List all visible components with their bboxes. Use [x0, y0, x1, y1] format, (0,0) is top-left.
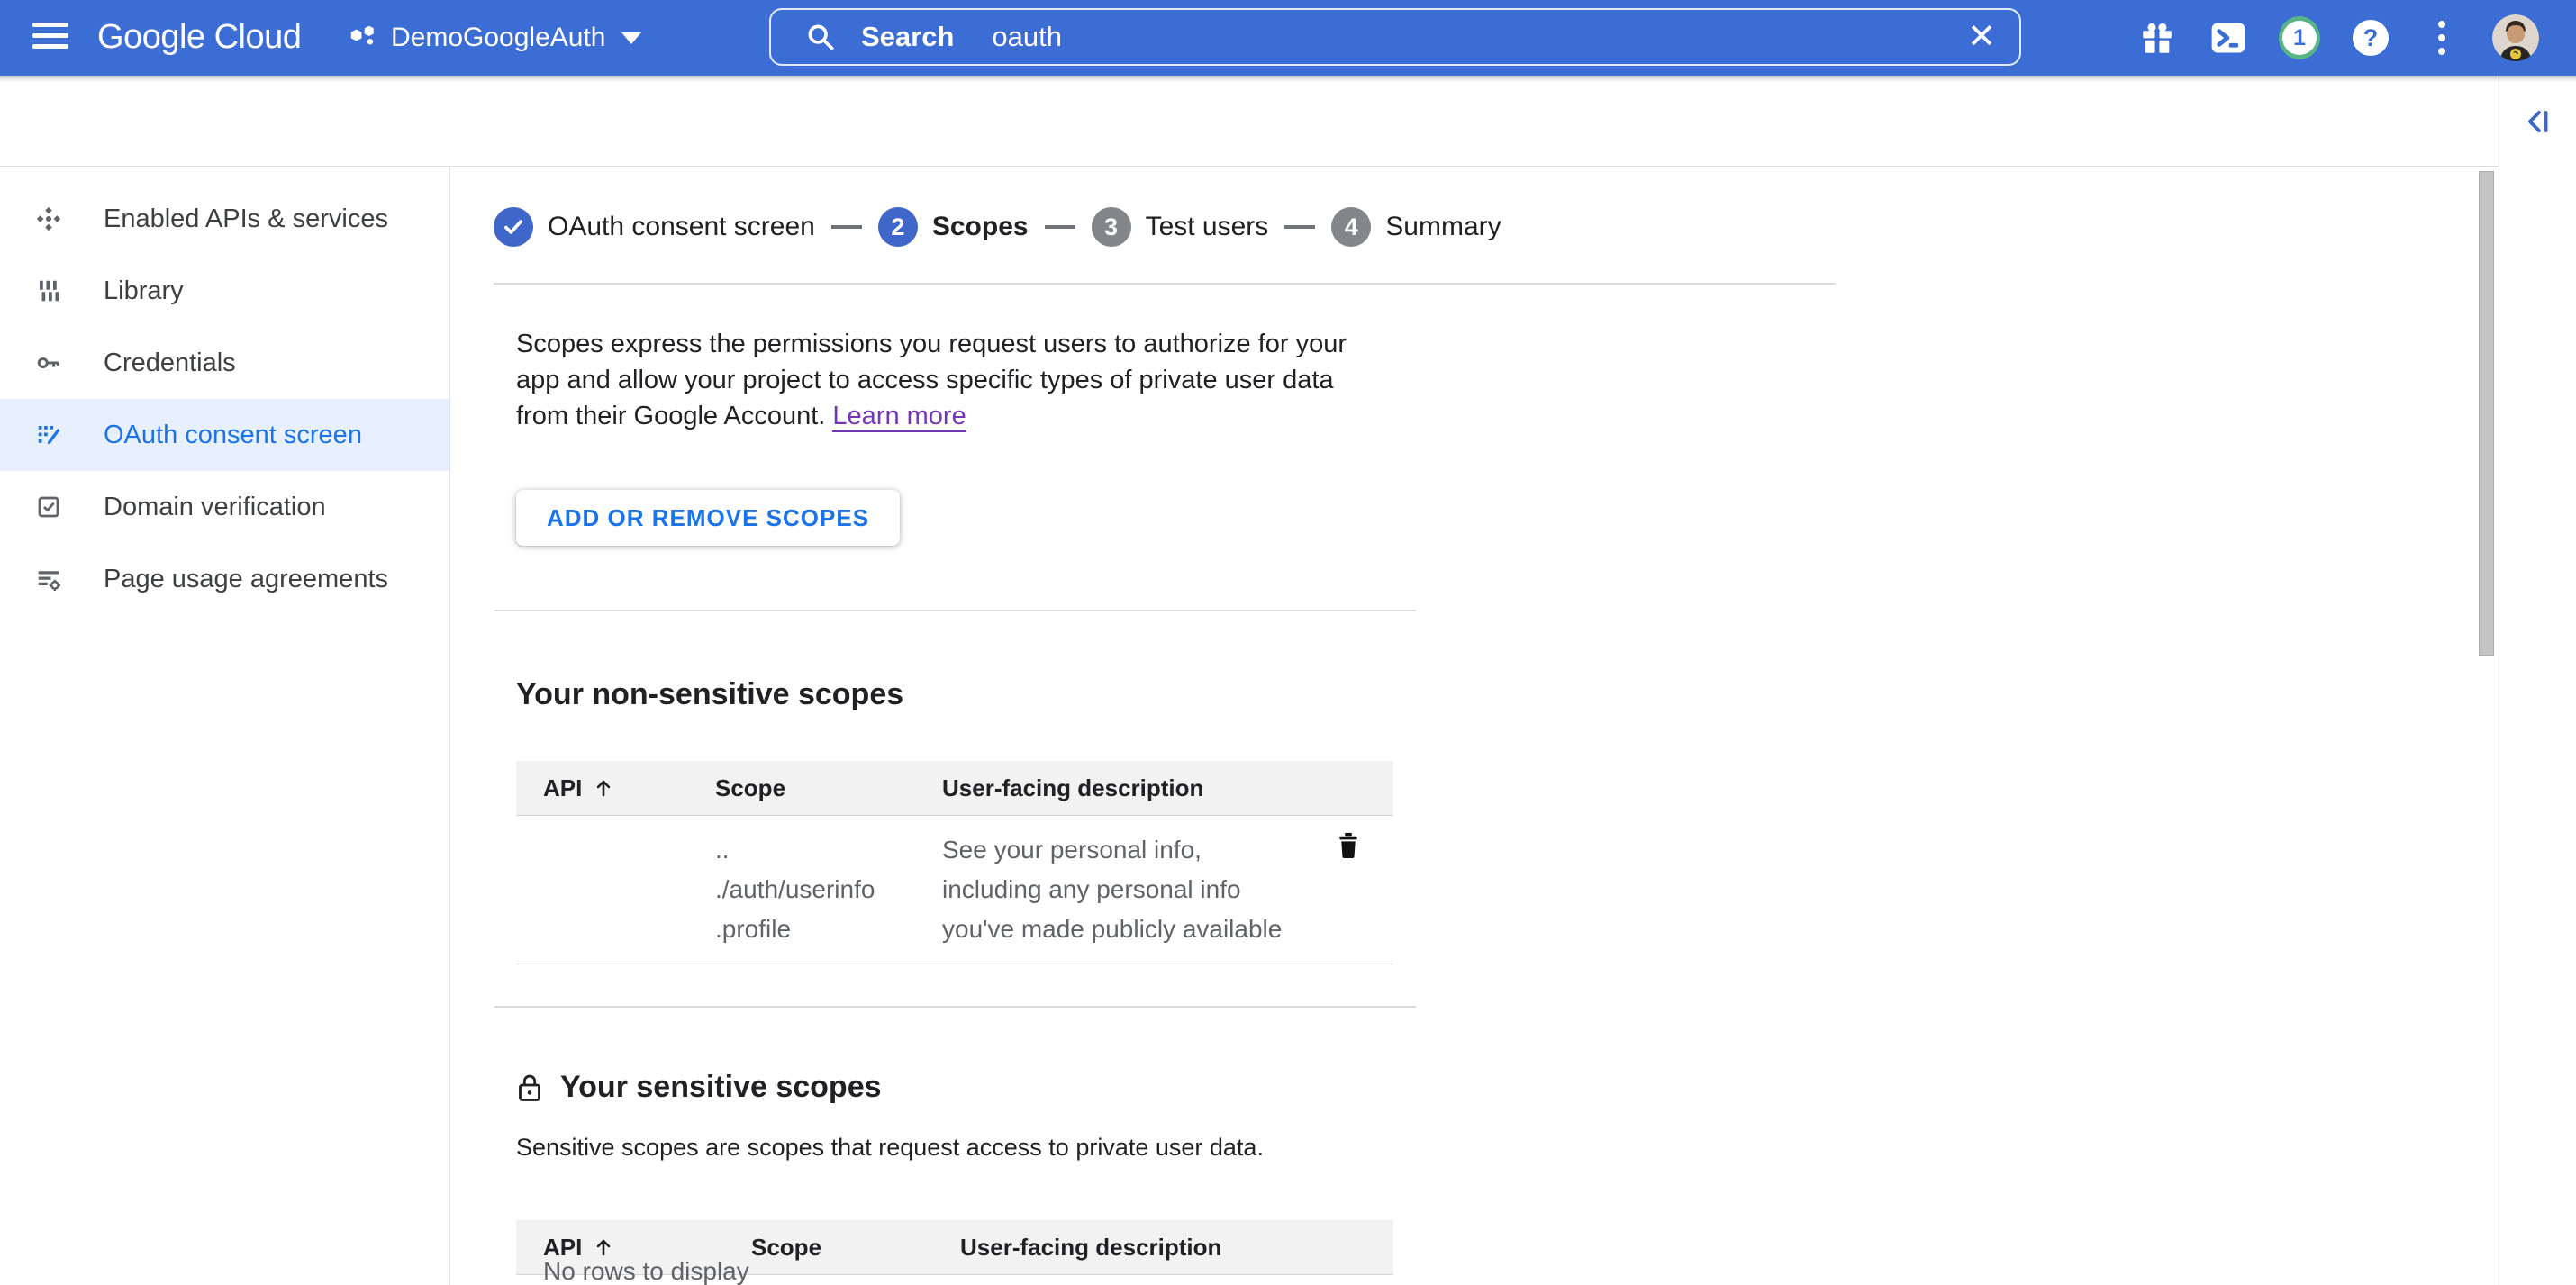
non-sensitive-scopes-title: Your non-sensitive scopes: [516, 677, 903, 712]
search-input[interactable]: Search oauth ✕: [769, 8, 2021, 66]
step-number-2[interactable]: 2: [878, 207, 918, 247]
sidebar-item-oauth-consent-screen[interactable]: OAuth consent screen: [0, 399, 449, 471]
panel-collapse-icon[interactable]: [2522, 104, 2556, 139]
stepper-divider: [494, 283, 1836, 285]
sidebar-nav: Enabled APIs & services Library: [0, 167, 450, 1285]
notification-ring: 1: [2279, 16, 2320, 59]
sidebar-item-domain-verification[interactable]: Domain verification: [0, 471, 449, 543]
checkbox-icon: [34, 493, 63, 521]
sort-ascending-icon: [593, 1236, 614, 1258]
search-label: Search: [861, 21, 954, 53]
sensitive-scopes-subtitle: Sensitive scopes are scopes that request…: [516, 1134, 1264, 1162]
key-icon: [34, 348, 63, 377]
notifications-badge[interactable]: 1: [2279, 17, 2320, 59]
agreements-gear-icon: [34, 565, 63, 593]
app-header-row: API APIs & Services Edit app registratio…: [0, 76, 2576, 167]
table-header: API Scope User-facing description: [516, 761, 1393, 816]
right-rail: [2499, 76, 2576, 1285]
chevron-down-icon: [621, 32, 641, 44]
more-options-icon[interactable]: [2421, 17, 2463, 59]
step-scopes[interactable]: Scopes: [932, 212, 1029, 242]
step-oauth-consent-screen[interactable]: OAuth consent screen: [548, 212, 815, 242]
sidebar-item-label: Domain verification: [104, 493, 326, 522]
oauth-consent-icon: [34, 421, 63, 449]
column-scope[interactable]: Scope: [724, 1234, 933, 1262]
menu-icon[interactable]: [32, 23, 68, 53]
step-check-icon[interactable]: [494, 207, 533, 247]
column-user-facing-description[interactable]: User-facing description: [915, 774, 1302, 802]
sensitive-scopes-title: Your sensitive scopes: [560, 1070, 882, 1105]
column-api-label: API: [543, 774, 582, 802]
sort-ascending-icon: [593, 777, 614, 799]
sidebar-item-label: Library: [104, 276, 184, 306]
column-scope[interactable]: Scope: [688, 774, 915, 802]
step-connector: [1284, 225, 1315, 229]
cell-scope: .. ./auth/userinfo .profile: [688, 816, 915, 964]
sensitive-scopes-header: Your sensitive scopes: [513, 1070, 882, 1105]
table-row: .. ./auth/userinfo .profile See your per…: [516, 816, 1393, 964]
step-connector: [1045, 225, 1075, 229]
free-trial-gift-icon[interactable]: [2136, 17, 2178, 59]
enabled-apis-icon: [34, 204, 63, 233]
wizard-stepper: OAuth consent screen 2 Scopes 3 Test use…: [494, 207, 1501, 247]
step-number-3[interactable]: 3: [1092, 207, 1131, 247]
sidebar-item-page-usage-agreements[interactable]: Page usage agreements: [0, 543, 449, 615]
sidebar-item-label: Page usage agreements: [104, 565, 388, 594]
non-sensitive-scopes-table: API Scope User-facing description .. ./a…: [516, 761, 1393, 964]
lock-icon: [513, 1072, 546, 1104]
column-user-facing-description[interactable]: User-facing description: [933, 1234, 1393, 1262]
topbar-shadow: [0, 76, 2576, 82]
help-icon[interactable]: ?: [2350, 17, 2391, 59]
step-test-users[interactable]: Test users: [1146, 212, 1269, 242]
project-selector[interactable]: DemoGoogleAuth: [348, 14, 641, 61]
user-avatar[interactable]: [2492, 14, 2539, 61]
sidebar-item-label: OAuth consent screen: [104, 421, 362, 450]
google-cloud-console: Google Cloud DemoGoogleAuth Search oauth…: [0, 0, 2576, 1285]
step-number-4[interactable]: 4: [1331, 207, 1371, 247]
topbar-actions: 1 ?: [2136, 0, 2539, 76]
vertical-scrollbar[interactable]: [2479, 171, 2494, 656]
google-cloud-logo[interactable]: Google Cloud: [97, 18, 301, 57]
scopes-description: Scopes express the permissions you reque…: [516, 326, 1385, 434]
learn-more-link[interactable]: Learn more: [832, 402, 966, 432]
section-divider: [494, 610, 1416, 611]
column-api-sortable[interactable]: API: [516, 774, 688, 802]
sidebar-item-label: Enabled APIs & services: [104, 204, 388, 234]
search-icon: [805, 22, 836, 52]
sidebar-item-label: Credentials: [104, 348, 236, 378]
project-icon: [348, 23, 375, 54]
sidebar-item-credentials[interactable]: Credentials: [0, 327, 449, 399]
delete-scope-button[interactable]: [1330, 828, 1366, 864]
cloud-shell-icon[interactable]: [2208, 17, 2249, 59]
top-navigation-bar: Google Cloud DemoGoogleAuth Search oauth…: [0, 0, 2576, 76]
step-connector: [831, 225, 862, 229]
project-name: DemoGoogleAuth: [391, 23, 605, 53]
search-query-text: oauth: [992, 21, 1062, 53]
add-or-remove-scopes-button[interactable]: ADD OR REMOVE SCOPES: [516, 490, 900, 546]
cell-api: [516, 816, 688, 964]
notification-count: 1: [2282, 21, 2317, 55]
clear-search-icon[interactable]: ✕: [1967, 17, 1996, 57]
sidebar-item-enabled-apis[interactable]: Enabled APIs & services: [0, 183, 449, 255]
step-summary[interactable]: Summary: [1385, 212, 1501, 242]
library-icon: [34, 276, 63, 305]
section-divider: [494, 1006, 1416, 1008]
sidebar-item-library[interactable]: Library: [0, 255, 449, 327]
cell-description: See your personal info, including any pe…: [915, 816, 1302, 964]
empty-table-message: No rows to display: [543, 1257, 749, 1285]
